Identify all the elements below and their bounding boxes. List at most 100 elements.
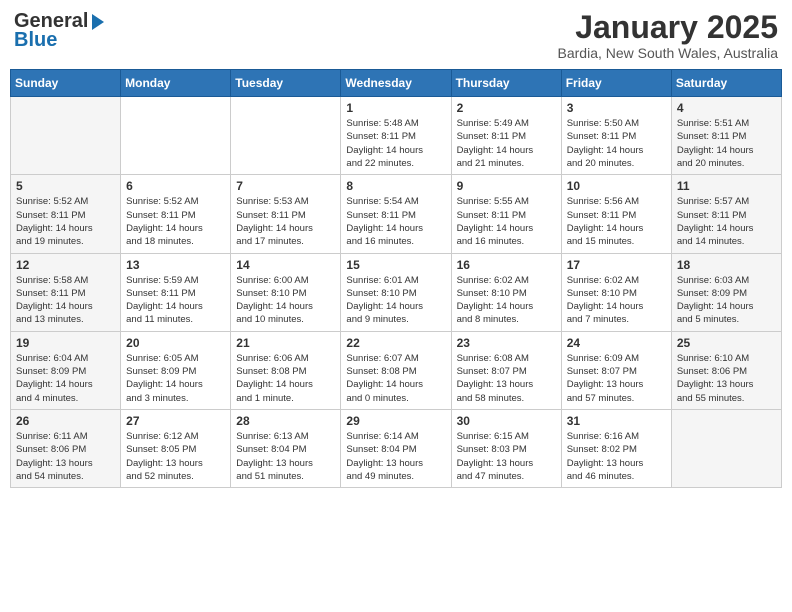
calendar-table: Sunday Monday Tuesday Wednesday Thursday… bbox=[10, 69, 782, 488]
day-info: Sunrise: 5:48 AM Sunset: 8:11 PM Dayligh… bbox=[346, 117, 445, 170]
day-info: Sunrise: 6:00 AM Sunset: 8:10 PM Dayligh… bbox=[236, 274, 335, 327]
day-number: 25 bbox=[677, 336, 776, 350]
day-number: 16 bbox=[457, 258, 556, 272]
table-row: 4Sunrise: 5:51 AM Sunset: 8:11 PM Daylig… bbox=[671, 97, 781, 175]
table-row: 14 Sunrise: 6:00 AM Sunset: 8:10 PM Dayli… bbox=[231, 253, 341, 331]
table-row: 3Sunrise: 5:50 AM Sunset: 8:11 PM Daylig… bbox=[561, 97, 671, 175]
day-info: Sunrise: 5:58 AM Sunset: 8:11 PM Dayligh… bbox=[16, 274, 115, 327]
day-number: 26 bbox=[16, 414, 115, 428]
table-row: 19 Sunrise: 6:04 AM Sunset: 8:09 PM Dayli… bbox=[11, 331, 121, 409]
page-subtitle: Bardia, New South Wales, Australia bbox=[558, 45, 778, 61]
calendar-week-row: 26 Sunrise: 6:11 AM Sunset: 8:06 PM Dayli… bbox=[11, 409, 782, 487]
table-row: 26 Sunrise: 6:11 AM Sunset: 8:06 PM Dayli… bbox=[11, 409, 121, 487]
table-row: 29 Sunrise: 6:14 AM Sunset: 8:04 PM Dayli… bbox=[341, 409, 451, 487]
table-row: 20 Sunrise: 6:05 AM Sunset: 8:09 PM Dayli… bbox=[121, 331, 231, 409]
table-row: 28 Sunrise: 6:13 AM Sunset: 8:04 PM Dayli… bbox=[231, 409, 341, 487]
day-info: Sunrise: 5:51 AM Sunset: 8:11 PM Dayligh… bbox=[677, 117, 776, 170]
table-row bbox=[231, 97, 341, 175]
calendar-week-row: 19 Sunrise: 6:04 AM Sunset: 8:09 PM Dayli… bbox=[11, 331, 782, 409]
table-row: 18 Sunrise: 6:03 AM Sunset: 8:09 PM Dayli… bbox=[671, 253, 781, 331]
day-number: 20 bbox=[126, 336, 225, 350]
day-info: Sunrise: 6:12 AM Sunset: 8:05 PM Dayligh… bbox=[126, 430, 225, 483]
day-info: Sunrise: 5:52 AM Sunset: 8:11 PM Dayligh… bbox=[126, 195, 225, 248]
page-header: General Blue January 2025 Bardia, New So… bbox=[10, 10, 782, 61]
day-number: 7 bbox=[236, 179, 335, 193]
day-info: Sunrise: 6:16 AM Sunset: 8:02 PM Dayligh… bbox=[567, 430, 666, 483]
day-info: Sunrise: 6:09 AM Sunset: 8:07 PM Dayligh… bbox=[567, 352, 666, 405]
table-row: 30 Sunrise: 6:15 AM Sunset: 8:03 PM Dayli… bbox=[451, 409, 561, 487]
day-number: 30 bbox=[457, 414, 556, 428]
day-info: Sunrise: 6:07 AM Sunset: 8:08 PM Dayligh… bbox=[346, 352, 445, 405]
day-info: Sunrise: 5:50 AM Sunset: 8:11 PM Dayligh… bbox=[567, 117, 666, 170]
day-number: 14 bbox=[236, 258, 335, 272]
day-info: Sunrise: 6:08 AM Sunset: 8:07 PM Dayligh… bbox=[457, 352, 556, 405]
table-row: 7 Sunrise: 5:53 AM Sunset: 8:11 PM Daylig… bbox=[231, 175, 341, 253]
day-info: Sunrise: 6:14 AM Sunset: 8:04 PM Dayligh… bbox=[346, 430, 445, 483]
day-number: 18 bbox=[677, 258, 776, 272]
day-info: Sunrise: 6:13 AM Sunset: 8:04 PM Dayligh… bbox=[236, 430, 335, 483]
table-row: 1 Sunrise: 5:48 AM Sunset: 8:11 PM Daylig… bbox=[341, 97, 451, 175]
header-saturday: Saturday bbox=[671, 70, 781, 97]
day-number: 24 bbox=[567, 336, 666, 350]
table-row: 2 Sunrise: 5:49 AM Sunset: 8:11 PM Daylig… bbox=[451, 97, 561, 175]
table-row: 17Sunrise: 6:02 AM Sunset: 8:10 PM Dayli… bbox=[561, 253, 671, 331]
day-number: 19 bbox=[16, 336, 115, 350]
calendar-header-row: Sunday Monday Tuesday Wednesday Thursday… bbox=[11, 70, 782, 97]
header-wednesday: Wednesday bbox=[341, 70, 451, 97]
table-row: 8Sunrise: 5:54 AM Sunset: 8:11 PM Daylig… bbox=[341, 175, 451, 253]
logo-blue: Blue bbox=[14, 29, 57, 52]
day-info: Sunrise: 6:02 AM Sunset: 8:10 PM Dayligh… bbox=[567, 274, 666, 327]
day-number: 13 bbox=[126, 258, 225, 272]
table-row: 12 Sunrise: 5:58 AM Sunset: 8:11 PM Dayli… bbox=[11, 253, 121, 331]
table-row bbox=[121, 97, 231, 175]
table-row: 5Sunrise: 5:52 AM Sunset: 8:11 PM Daylig… bbox=[11, 175, 121, 253]
day-number: 29 bbox=[346, 414, 445, 428]
day-number: 11 bbox=[677, 179, 776, 193]
day-info: Sunrise: 5:57 AM Sunset: 8:11 PM Dayligh… bbox=[677, 195, 776, 248]
day-number: 31 bbox=[567, 414, 666, 428]
day-info: Sunrise: 5:55 AM Sunset: 8:11 PM Dayligh… bbox=[457, 195, 556, 248]
day-number: 12 bbox=[16, 258, 115, 272]
day-info: Sunrise: 5:52 AM Sunset: 8:11 PM Dayligh… bbox=[16, 195, 115, 248]
day-number: 28 bbox=[236, 414, 335, 428]
day-number: 27 bbox=[126, 414, 225, 428]
day-info: Sunrise: 6:01 AM Sunset: 8:10 PM Dayligh… bbox=[346, 274, 445, 327]
table-row: 23 Sunrise: 6:08 AM Sunset: 8:07 PM Dayli… bbox=[451, 331, 561, 409]
day-info: Sunrise: 6:05 AM Sunset: 8:09 PM Dayligh… bbox=[126, 352, 225, 405]
day-info: Sunrise: 6:04 AM Sunset: 8:09 PM Dayligh… bbox=[16, 352, 115, 405]
day-info: Sunrise: 6:02 AM Sunset: 8:10 PM Dayligh… bbox=[457, 274, 556, 327]
title-block: January 2025 Bardia, New South Wales, Au… bbox=[558, 10, 778, 61]
table-row: 9 Sunrise: 5:55 AM Sunset: 8:11 PM Daylig… bbox=[451, 175, 561, 253]
header-sunday: Sunday bbox=[11, 70, 121, 97]
day-info: Sunrise: 5:53 AM Sunset: 8:11 PM Dayligh… bbox=[236, 195, 335, 248]
header-friday: Friday bbox=[561, 70, 671, 97]
day-number: 10 bbox=[567, 179, 666, 193]
table-row: 22 Sunrise: 6:07 AM Sunset: 8:08 PM Dayli… bbox=[341, 331, 451, 409]
header-monday: Monday bbox=[121, 70, 231, 97]
table-row: 31 Sunrise: 6:16 AM Sunset: 8:02 PM Dayli… bbox=[561, 409, 671, 487]
table-row: 6 Sunrise: 5:52 AM Sunset: 8:11 PM Daylig… bbox=[121, 175, 231, 253]
logo-arrow-icon bbox=[92, 14, 104, 30]
table-row: 15Sunrise: 6:01 AM Sunset: 8:10 PM Dayli… bbox=[341, 253, 451, 331]
day-number: 21 bbox=[236, 336, 335, 350]
day-info: Sunrise: 6:10 AM Sunset: 8:06 PM Dayligh… bbox=[677, 352, 776, 405]
day-number: 9 bbox=[457, 179, 556, 193]
table-row: 24 Sunrise: 6:09 AM Sunset: 8:07 PM Dayli… bbox=[561, 331, 671, 409]
header-thursday: Thursday bbox=[451, 70, 561, 97]
day-info: Sunrise: 6:11 AM Sunset: 8:06 PM Dayligh… bbox=[16, 430, 115, 483]
day-number: 1 bbox=[346, 101, 445, 115]
day-info: Sunrise: 5:49 AM Sunset: 8:11 PM Dayligh… bbox=[457, 117, 556, 170]
day-info: Sunrise: 5:59 AM Sunset: 8:11 PM Dayligh… bbox=[126, 274, 225, 327]
table-row: 25 Sunrise: 6:10 AM Sunset: 8:06 PM Dayli… bbox=[671, 331, 781, 409]
day-info: Sunrise: 6:15 AM Sunset: 8:03 PM Dayligh… bbox=[457, 430, 556, 483]
header-tuesday: Tuesday bbox=[231, 70, 341, 97]
calendar-week-row: 1 Sunrise: 5:48 AM Sunset: 8:11 PM Daylig… bbox=[11, 97, 782, 175]
day-number: 23 bbox=[457, 336, 556, 350]
day-info: Sunrise: 6:03 AM Sunset: 8:09 PM Dayligh… bbox=[677, 274, 776, 327]
logo: General Blue bbox=[14, 10, 104, 52]
day-number: 6 bbox=[126, 179, 225, 193]
table-row: 21Sunrise: 6:06 AM Sunset: 8:08 PM Dayli… bbox=[231, 331, 341, 409]
day-number: 2 bbox=[457, 101, 556, 115]
table-row: 11 Sunrise: 5:57 AM Sunset: 8:11 PM Dayli… bbox=[671, 175, 781, 253]
day-number: 22 bbox=[346, 336, 445, 350]
